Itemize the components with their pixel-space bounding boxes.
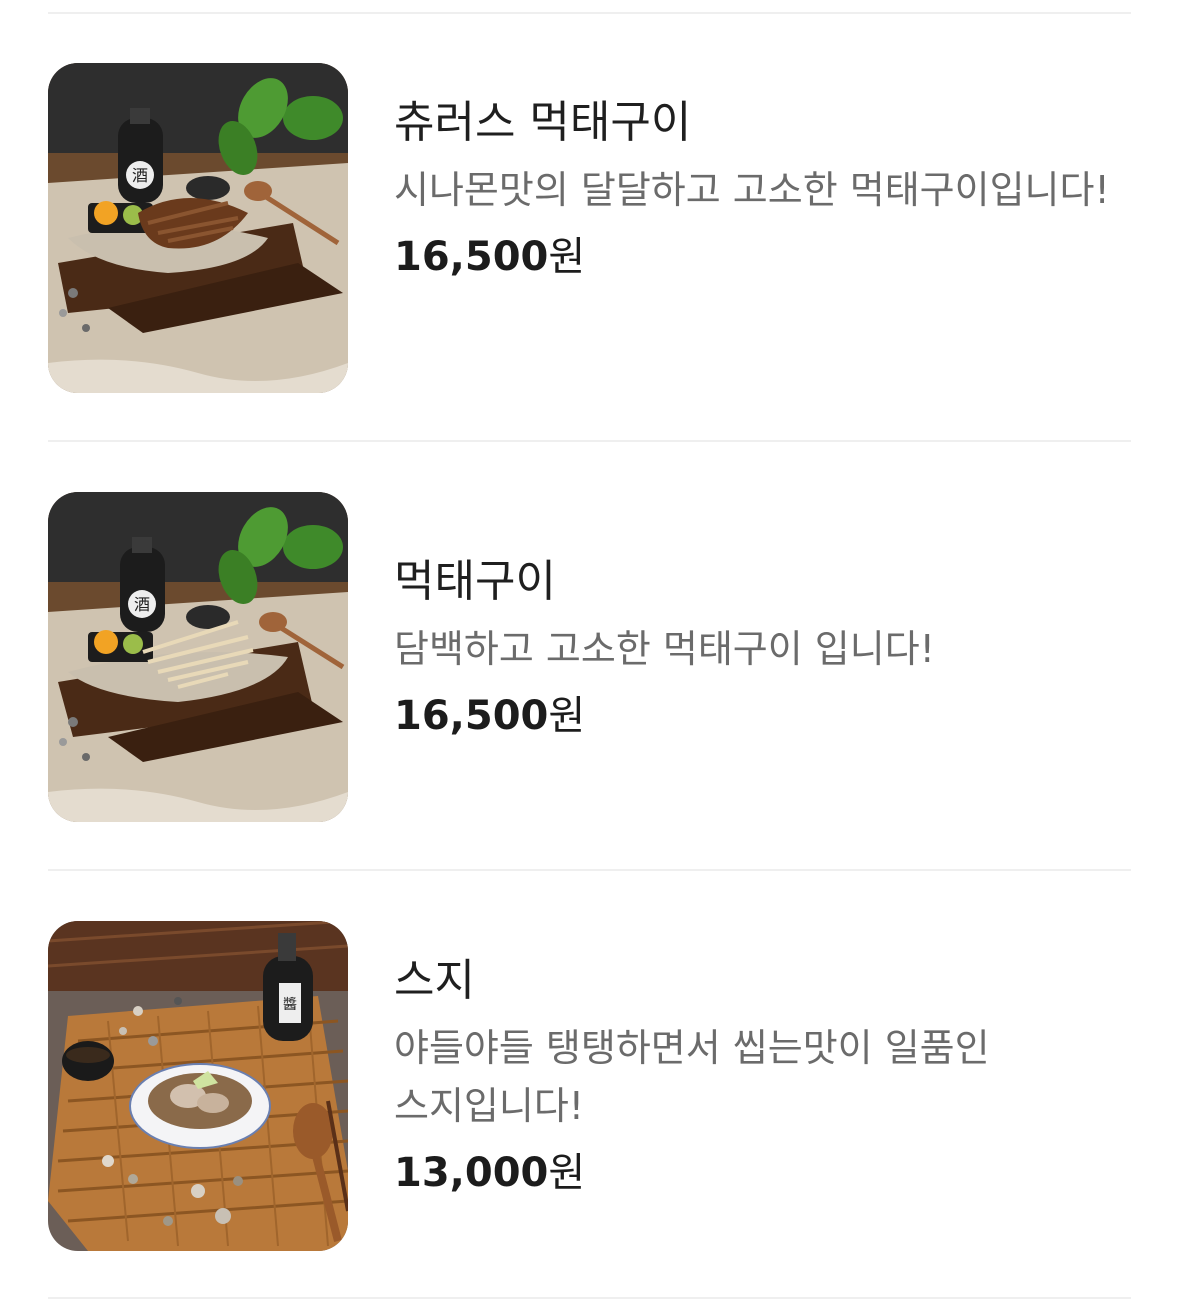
menu-item-price: 16,500원 xyxy=(394,229,1124,285)
menu-item-info: 먹태구이 담백하고 고소한 먹태구이 입니다! 16,500원 xyxy=(394,552,1124,744)
price-value: 16,500 xyxy=(394,234,549,280)
menu-item-description: 시나몬맛의 달달하고 고소한 먹태구이입니다! xyxy=(394,168,1110,212)
menu-item-price: 13,000원 xyxy=(394,1145,1124,1201)
menu-item-name: 츄러스 먹태구이 xyxy=(394,97,692,148)
menu-item-suji[interactable]: 醬 스지 야들야들 탱탱하면서 씹는맛이 일품인 스지입니다! 13,000원 xyxy=(48,921,1131,1251)
menu-item-image[interactable]: 酒 xyxy=(48,63,348,393)
menu-item-info: 스지 야들야들 탱탱하면서 씹는맛이 일품인 스지입니다! 13,000원 xyxy=(394,951,1124,1201)
price-currency: 원 xyxy=(548,693,586,739)
svg-text:醬: 醬 xyxy=(283,996,297,1013)
beef-tendon-bowl-photo-icon: 醬 xyxy=(48,921,348,1251)
item-divider xyxy=(48,440,1131,442)
top-divider xyxy=(48,12,1131,14)
menu-item-image[interactable]: 酒 xyxy=(48,492,348,822)
price-currency: 원 xyxy=(548,1150,586,1196)
item-divider xyxy=(48,869,1131,871)
svg-text:酒: 酒 xyxy=(132,166,148,185)
menu-item-churros-mukte[interactable]: 酒 츄러스 먹태구이 시나몬맛의 달달하고 고소한 먹태구이입니다! 16,50… xyxy=(48,63,1131,393)
menu-item-name: 먹태구이 xyxy=(394,556,556,607)
menu-item-mukte[interactable]: 酒 먹태구이 담백하고 고소한 먹태구이 입니다! 16,500원 xyxy=(48,492,1131,822)
svg-text:酒: 酒 xyxy=(134,595,150,614)
dried-pollack-platter-photo-icon: 酒 xyxy=(48,492,348,822)
bottom-divider xyxy=(48,1297,1131,1299)
menu-item-price: 16,500원 xyxy=(394,688,1124,744)
menu-item-info: 츄러스 먹태구이 시나몬맛의 달달하고 고소한 먹태구이입니다! 16,500원 xyxy=(394,93,1124,285)
menu-item-description: 야들야들 탱탱하면서 씹는맛이 일품인 스지입니다! xyxy=(394,1026,990,1128)
menu-item-description: 담백하고 고소한 먹태구이 입니다! xyxy=(394,627,935,671)
menu-item-name: 스지 xyxy=(394,955,475,1006)
price-value: 13,000 xyxy=(394,1150,549,1196)
menu-item-image[interactable]: 醬 xyxy=(48,921,348,1251)
dried-pollack-platter-photo-icon: 酒 xyxy=(48,63,348,393)
price-value: 16,500 xyxy=(394,693,549,739)
price-currency: 원 xyxy=(548,234,586,280)
